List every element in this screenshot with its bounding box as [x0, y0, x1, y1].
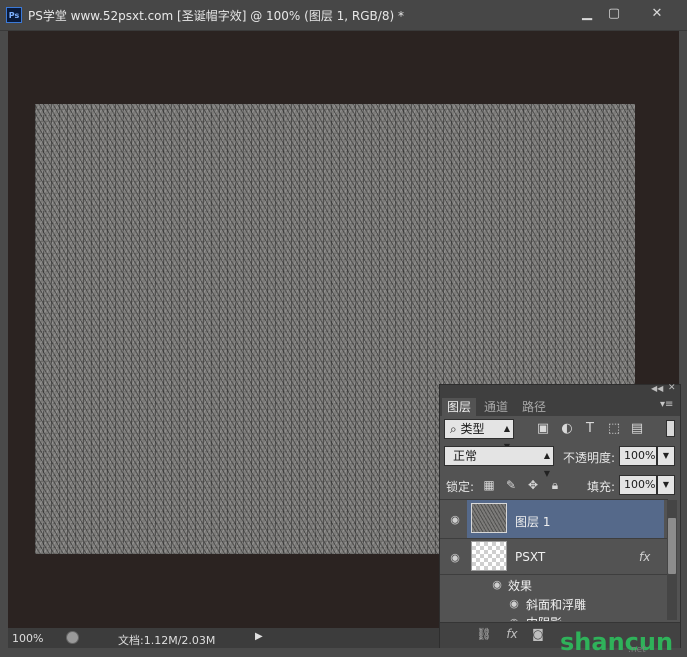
layer-name[interactable]: 图层 1 — [515, 513, 550, 530]
layer-thumbnail[interactable] — [471, 541, 507, 571]
lock-paint-icon[interactable]: ✎ — [504, 478, 518, 492]
blend-mode-select[interactable]: 正常 ▲ ▼ — [444, 446, 554, 478]
layer-fx-badge[interactable]: fx — [639, 550, 650, 564]
tab-layers[interactable]: 图层 — [442, 398, 476, 416]
fill-input[interactable]: 100% — [619, 475, 657, 495]
divider — [440, 538, 667, 539]
layer-name[interactable]: PSXT — [515, 550, 545, 564]
photoshop-logo-icon: Ps — [6, 7, 22, 23]
lock-transparent-icon[interactable]: ▦ — [482, 478, 496, 492]
maximize-icon[interactable]: ▢ — [600, 5, 628, 23]
collapse-panel-icon[interactable]: ◀◀ — [651, 384, 663, 393]
watermark-logo: shancun — [560, 628, 674, 656]
effect-inner-shadow[interactable]: 内阴影 — [526, 614, 562, 621]
tab-channels[interactable]: 通道 — [478, 398, 514, 416]
shape-filter-icon[interactable]: ⬚ — [606, 421, 622, 437]
status-circle-icon[interactable] — [66, 631, 79, 644]
filter-type-label: 类型 — [460, 422, 485, 436]
fill-dropdown-icon[interactable]: ▼ — [657, 475, 675, 495]
watermark-domain: .net — [628, 645, 646, 655]
tab-paths[interactable]: 路径 — [516, 398, 552, 416]
effect-eye-icon[interactable]: ◉ — [507, 618, 521, 621]
status-menu-arrow-icon[interactable]: ▶ — [255, 630, 267, 644]
image-filter-icon[interactable]: ▣ — [535, 421, 551, 437]
fx-icon[interactable]: fx — [504, 626, 520, 642]
fill-label: 填充: — [587, 480, 616, 494]
zoom-level[interactable]: 100% — [12, 632, 43, 645]
minimize-icon[interactable]: ▁ — [573, 5, 601, 23]
mask-icon[interactable]: ◙ — [530, 626, 546, 642]
close-panel-icon[interactable]: ✕ — [668, 383, 676, 393]
panel-menu-icon[interactable]: ▾≡ — [660, 399, 673, 410]
visibility-eye-icon[interactable]: ◉ — [448, 514, 462, 525]
opacity-dropdown-icon[interactable]: ▼ — [657, 446, 675, 466]
effects-eye-icon[interactable]: ◉ — [490, 579, 504, 590]
search-icon: ⌕ — [450, 422, 461, 436]
effects-label: 效果 — [508, 579, 533, 593]
lock-label: 锁定: — [446, 480, 475, 494]
type-filter-icon[interactable]: T — [582, 421, 598, 437]
effect-bevel-emboss[interactable]: 斜面和浮雕 — [526, 596, 586, 613]
opacity-label: 不透明度: — [563, 451, 616, 465]
panel-tab-bar — [440, 396, 680, 416]
effect-eye-icon[interactable]: ◉ — [507, 598, 521, 609]
lock-move-icon[interactable]: ✥ — [526, 478, 540, 492]
smart-object-filter-icon[interactable]: ▤ — [629, 421, 645, 437]
filter-toggle[interactable] — [666, 420, 675, 437]
layers-scroll-thumb[interactable] — [668, 518, 676, 574]
opacity-input[interactable]: 100% — [619, 446, 657, 466]
divider — [440, 574, 667, 575]
panel-header-strip — [440, 385, 680, 396]
layer-thumbnail[interactable] — [471, 503, 507, 533]
blend-mode-value: 正常 — [453, 449, 478, 463]
close-icon[interactable]: ✕ — [634, 5, 680, 23]
layer-filter-select[interactable]: ⌕ 类型 ▲▼ — [444, 419, 514, 451]
lock-all-icon[interactable]: 🔒︎ — [548, 478, 562, 492]
visibility-eye-icon[interactable]: ◉ — [448, 552, 462, 563]
adjustment-filter-icon[interactable]: ◐ — [559, 421, 575, 437]
document-info: 文档:1.12M/2.03M — [118, 634, 216, 647]
link-icon[interactable]: ⛓ — [476, 626, 492, 642]
document-title: PS学堂 www.52psxt.com [圣诞帽字效] @ 100% (图层 1… — [28, 9, 404, 23]
